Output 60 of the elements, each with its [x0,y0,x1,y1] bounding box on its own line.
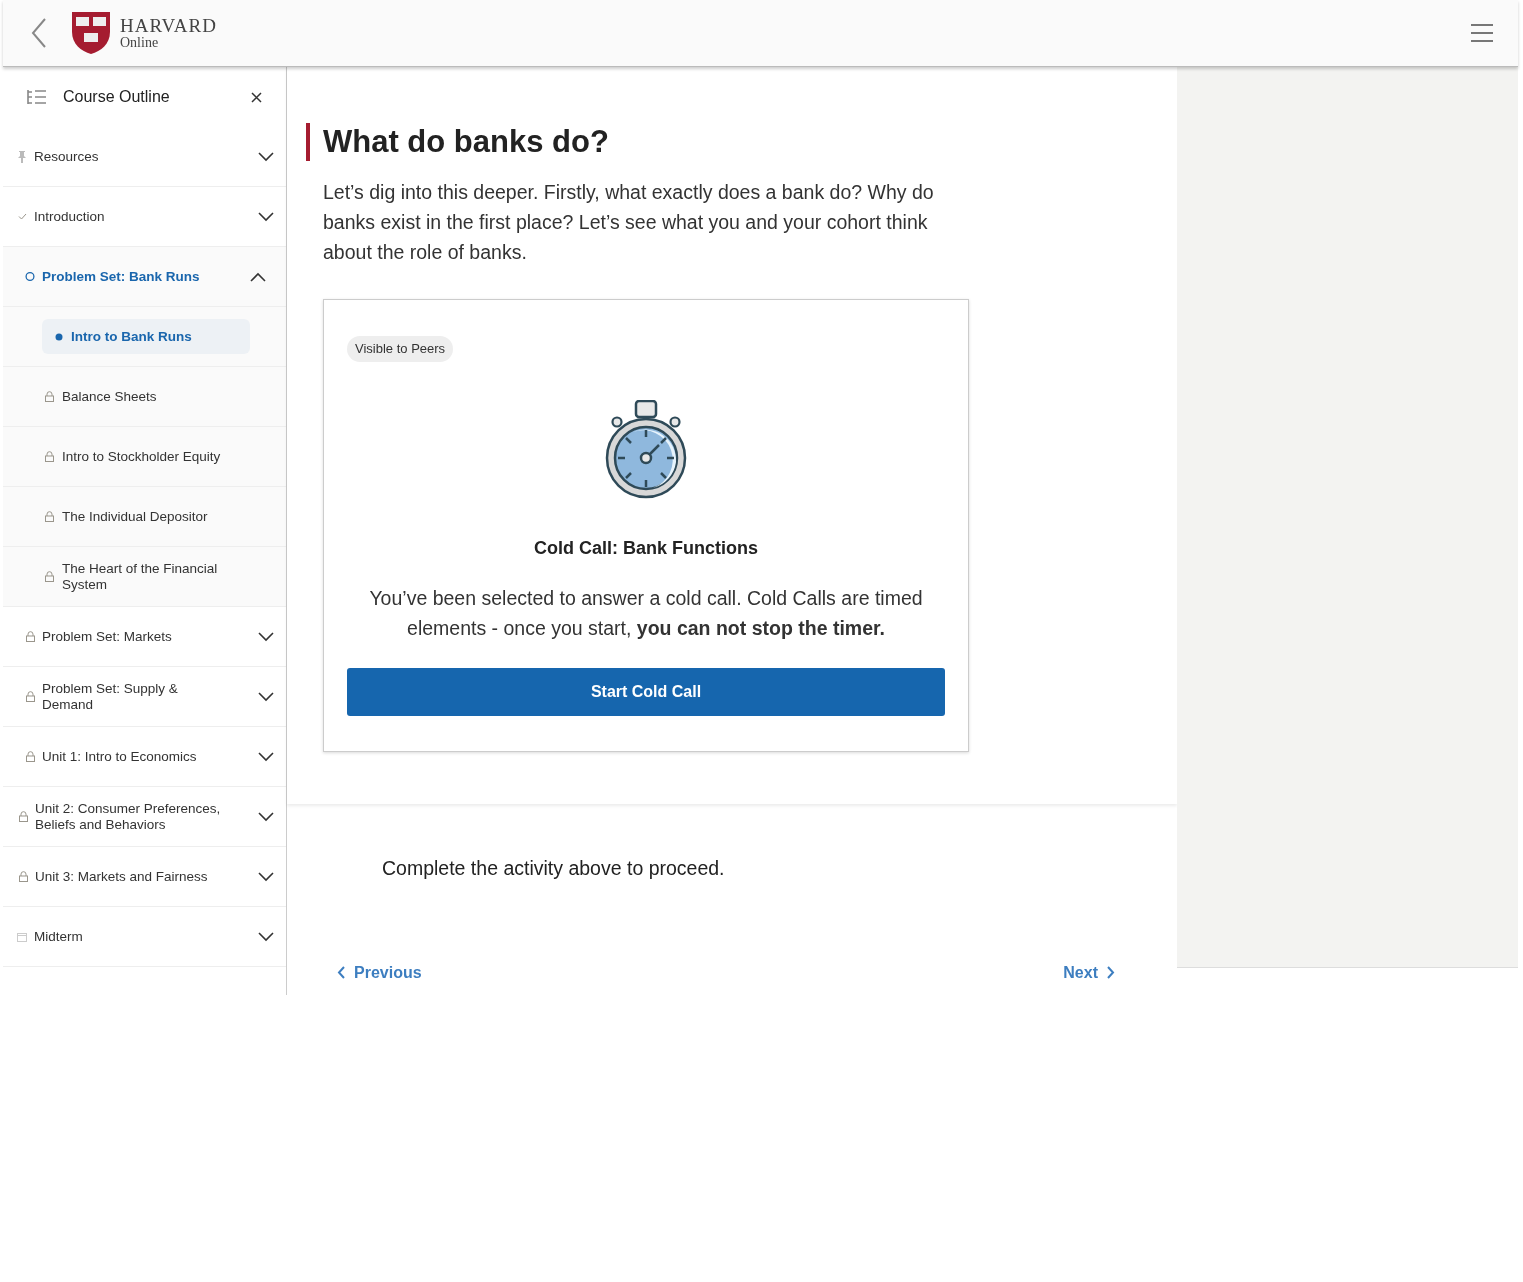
section-label: Introduction [34,208,106,225]
chevron-down-icon [258,211,274,222]
section-label: Problem Set: Markets [42,628,173,645]
chevron-down-icon [258,751,274,762]
brand-name: HARVARD [120,16,217,35]
chevron-down-icon [258,691,274,702]
pin-icon [17,150,27,163]
dot-icon [54,332,63,341]
section-label: Midterm [34,928,84,945]
visibility-badge: Visible to Peers [347,336,454,362]
chevron-right-icon [1107,966,1115,980]
next-link[interactable]: Next [1063,960,1115,985]
lesson-label: The Individual Depositor [62,508,208,525]
close-button[interactable] [251,91,262,103]
lock-icon [45,391,54,402]
chevron-up-icon [250,271,266,282]
section-label: Problem Set: Bank Runs [42,268,201,285]
lesson-item[interactable]: Intro to Bank Runs [42,319,250,354]
lesson-label: Intro to Bank Runs [71,328,192,345]
back-icon [31,18,47,48]
close-icon [251,91,262,103]
section-label: Problem Set: Supply & Demand [42,680,179,713]
section-label: Unit 1: Intro to Economics [42,748,198,765]
section-label: Unit 2: Consumer Preferences, Beliefs and Behaviors [35,800,222,833]
lock-icon [25,751,35,762]
chevron-down-icon [258,631,274,642]
calendar-icon [17,931,27,942]
proceed-message: Complete the activity above to proceed. [382,855,726,881]
sidebar-title: Course Outline [63,87,170,107]
chevron-down-icon [258,151,274,162]
intro-paragraph: Let’s dig into this deeper. Firstly, what exactly does a bank do? Why do banks exist in the first place? Let’s see what you and your cohort think about the role of banks. [323,180,935,265]
section-label: Unit 3: Markets and Fairness [35,868,209,885]
lesson-label: Balance Sheets [62,388,157,405]
brand-subtitle: Online [120,36,160,50]
chevron-down-icon [258,931,274,942]
lock-icon [45,511,54,522]
chevron-down-icon [258,871,274,882]
lesson-label: The Heart of the Financial System [62,560,219,593]
menu-button[interactable] [1471,24,1493,42]
chevron-down-icon [258,811,274,822]
lock-icon [18,871,28,882]
lock-icon [25,631,35,642]
start-cold-call-button[interactable]: Start Cold Call [347,667,945,716]
lock-icon [45,451,54,462]
outline-icon [27,89,47,105]
outline-section[interactable]: Problem Set: Bank Runs [3,247,286,307]
check-icon [17,213,27,220]
card-title: Cold Call: Bank Functions [534,536,758,560]
menu-icon [1471,24,1493,42]
chevron-left-icon [337,966,345,980]
lock-icon [18,811,28,822]
previous-link[interactable]: Previous [337,960,422,985]
shield-logo-icon [71,11,111,55]
lock-icon [25,691,35,702]
stopwatch-icon [605,399,687,500]
section-label: Resources [34,148,100,165]
lesson-label: Intro to Stockholder Equity [62,448,221,465]
circle-icon [25,271,35,282]
card-body: You’ve been selected to answer a cold call. Cold Calls are timed elements - once you start, you can not stop the timer. [368,585,924,641]
lock-icon [45,571,54,582]
